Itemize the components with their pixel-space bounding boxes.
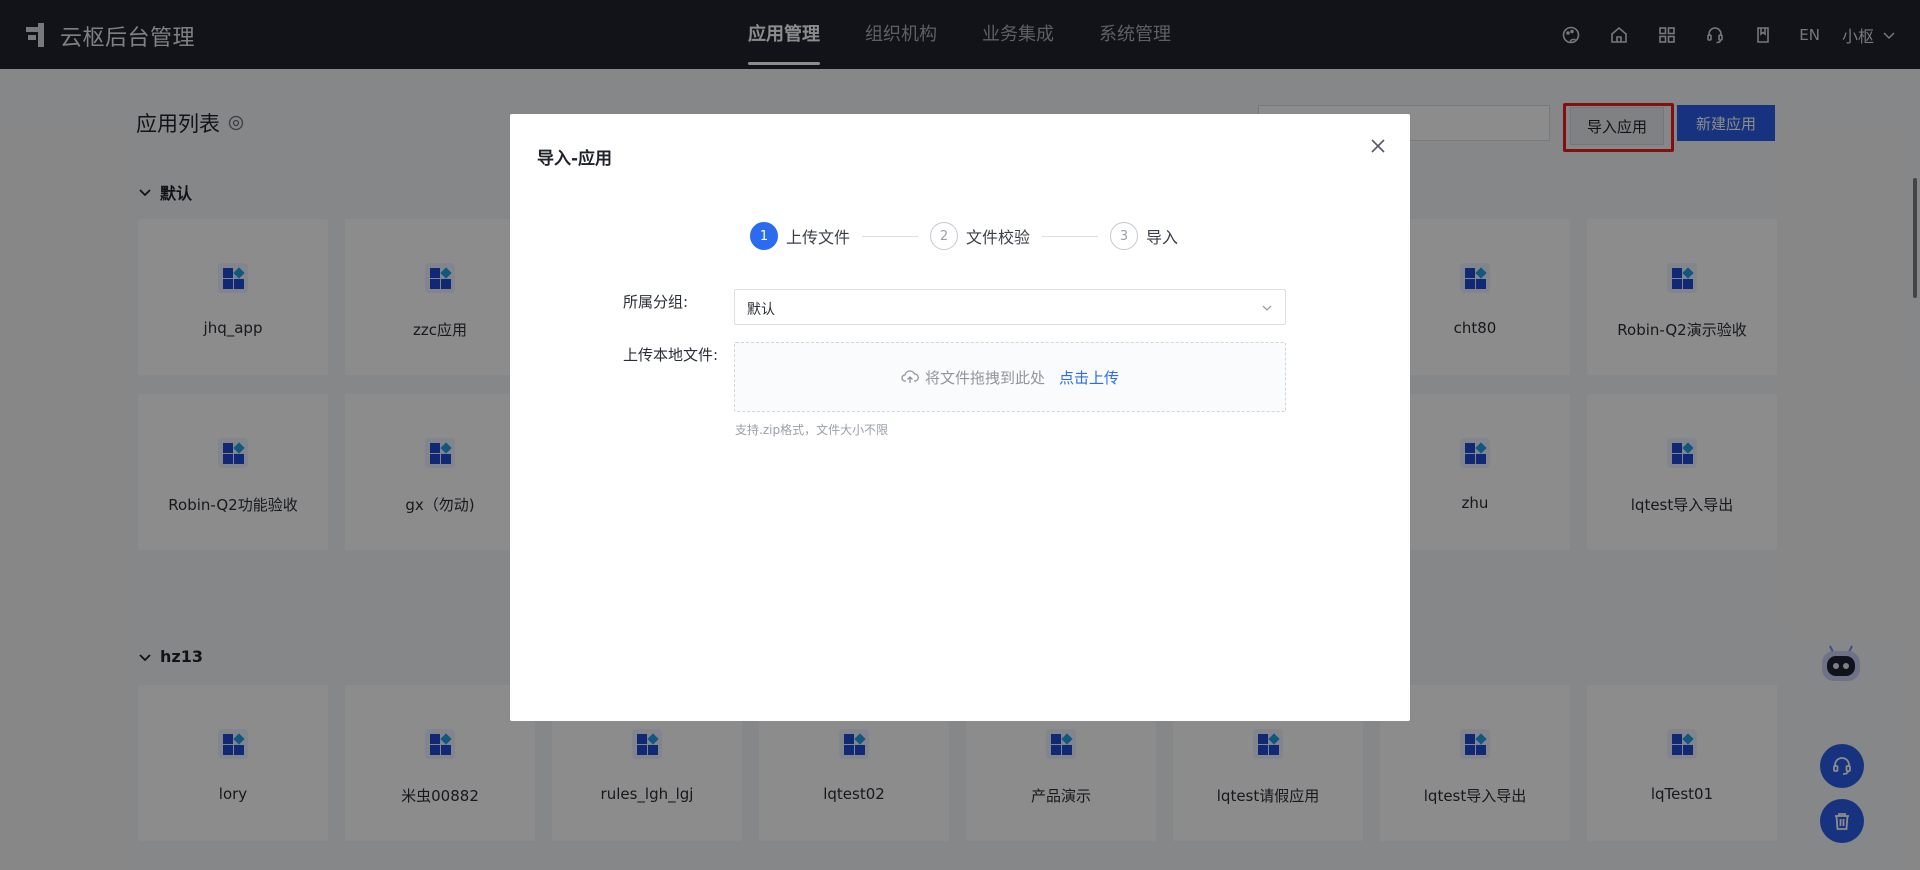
group-select-value: 默认 [747, 302, 775, 318]
import-app-modal: 导入-应用 1 上传文件 2 文件校验 3 导入 所属分组: 默认 上传本地文件… [510, 114, 1410, 721]
step-number: 3 [1110, 222, 1139, 250]
step-import: 3 导入 [1110, 222, 1178, 250]
step-label: 导入 [1146, 228, 1179, 247]
step-divider [862, 235, 919, 237]
modal-title: 导入-应用 [537, 149, 613, 169]
file-field-label: 上传本地文件: [623, 346, 719, 364]
group-select[interactable]: 默认 [734, 289, 1286, 325]
chevron-down-icon [1262, 305, 1272, 311]
step-file-check: 2 文件校验 [930, 222, 1030, 250]
upload-hint: 支持.zip格式，文件大小不限 [735, 423, 889, 437]
cloud-upload-icon [901, 370, 919, 383]
step-number: 1 [750, 222, 778, 250]
import-steps: 1 上传文件 2 文件校验 3 导入 [750, 222, 1178, 250]
click-upload-link[interactable]: 点击上传 [1059, 367, 1119, 388]
close-icon[interactable] [1366, 134, 1390, 158]
step-label: 文件校验 [966, 228, 1031, 247]
step-upload-file: 1 上传文件 [750, 222, 850, 250]
step-divider [1042, 235, 1099, 237]
step-number: 2 [930, 222, 959, 250]
group-field-label: 所属分组: [623, 293, 689, 311]
drag-hint-text: 将文件拖拽到此处 [924, 368, 1045, 387]
step-label: 上传文件 [786, 228, 851, 247]
file-upload-dropzone[interactable]: 将文件拖拽到此处 点击上传 [734, 342, 1286, 412]
